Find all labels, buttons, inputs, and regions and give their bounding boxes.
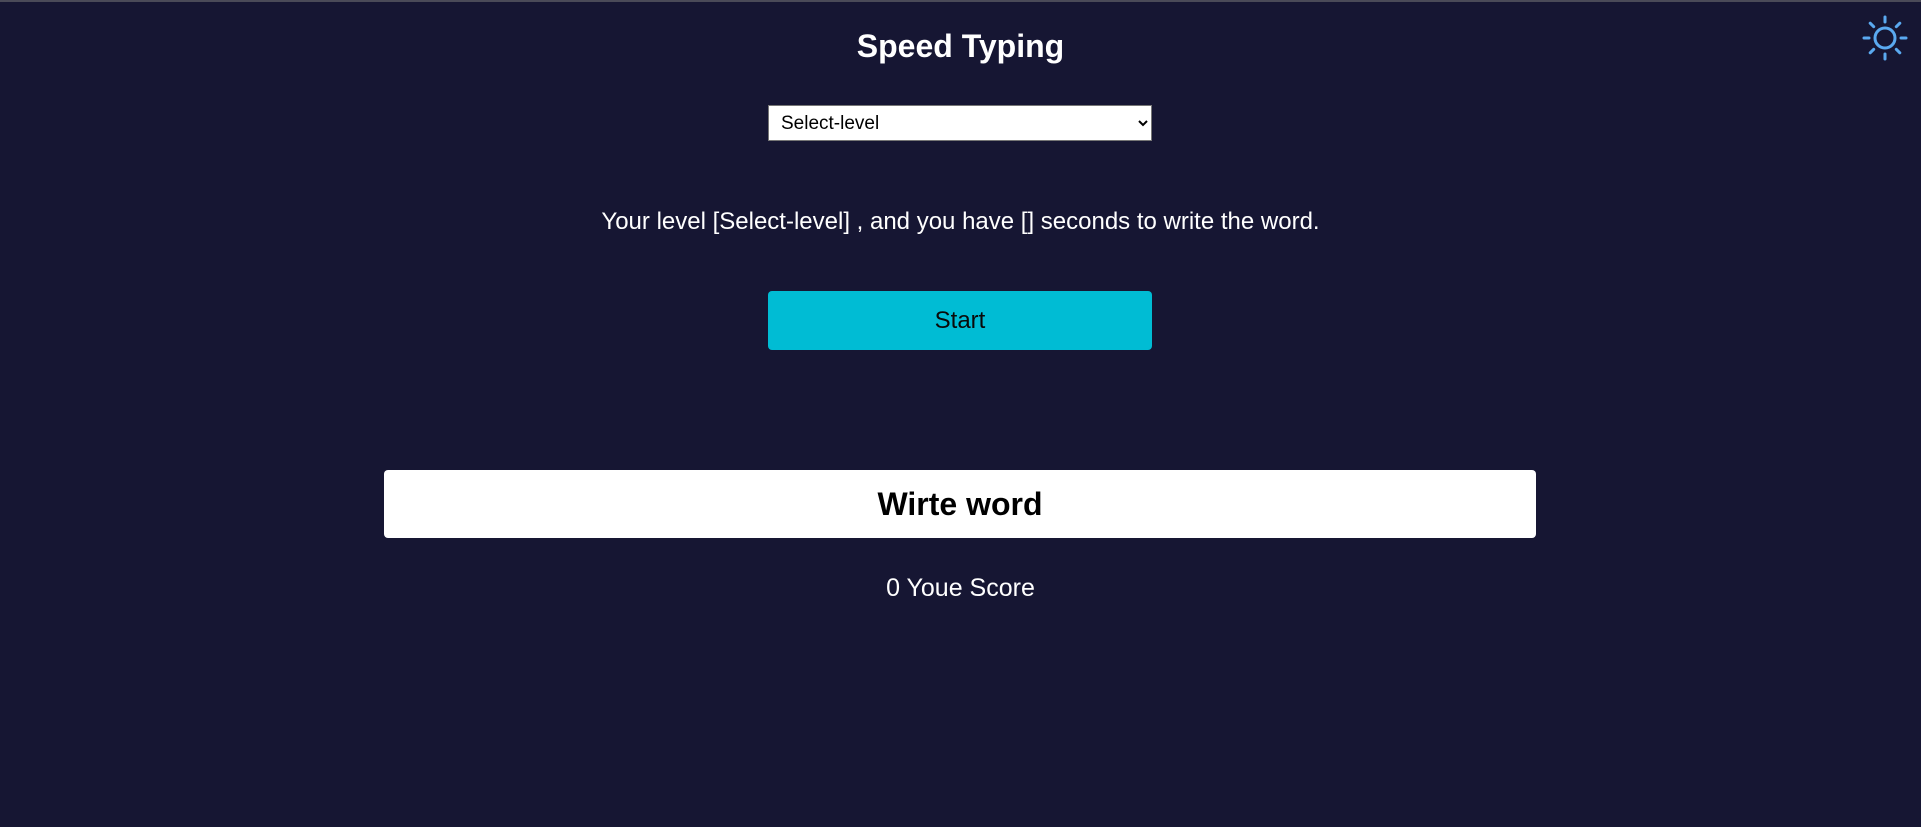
level-message: Your level [Select-level] , and you have…: [601, 208, 1320, 235]
level-select[interactable]: Select-level: [768, 105, 1152, 141]
word-display-text: Wirte word: [877, 485, 1043, 522]
page-title: Speed Typing: [856, 28, 1065, 64]
score-display: 0 Youe Score: [886, 574, 1035, 602]
word-display: Wirte word: [384, 470, 1536, 538]
start-button[interactable]: Start: [768, 291, 1152, 350]
